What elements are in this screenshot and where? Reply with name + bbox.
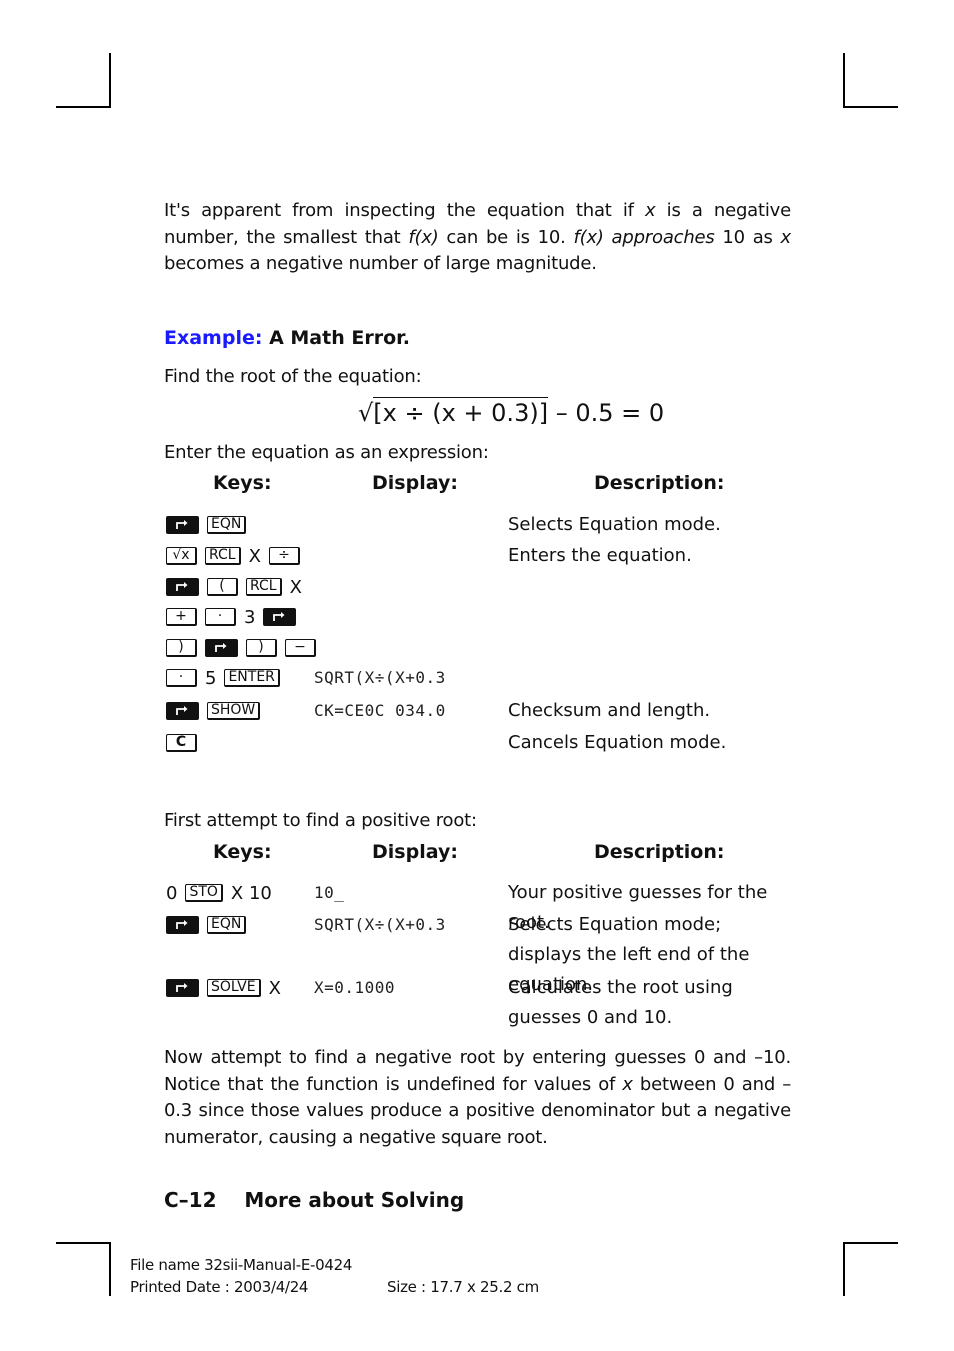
text-run: can be is 10. [438,226,574,248]
right-shift-key-icon [166,516,199,534]
crop-mark-bottom-left-v [109,1242,111,1296]
table-row: + · 3 [166,603,304,631]
table-row: SOLVE X [166,974,289,1002]
page-number: C–12 [164,1188,217,1212]
key-entry-text: X 10 [230,882,272,904]
calculator-key: RCL [205,547,241,565]
text-run: 10 as [714,226,781,248]
first-attempt-text: First attempt to find a positive root: [164,810,477,831]
calculator-key: SHOW [207,702,261,720]
calculator-key: EQN [207,516,247,534]
table2-header-display: Display: [372,841,458,863]
table-row: · 5 ENTER [166,664,288,692]
lcd-display-text: SQRT(X÷(X+0.3 [314,915,446,934]
lcd-display-text: X=0.1000 [314,978,396,997]
key-entry-text: 0 [166,882,178,904]
find-root-text: Find the root of the equation: [164,366,422,387]
example-heading: Example: A Math Error. [164,327,410,349]
enter-expression-text: Enter the equation as an expression: [164,442,489,463]
lcd-display-text: 10_ [314,883,345,902]
calculator-key: RCL [246,578,282,596]
table-row: EQN [166,911,254,939]
key-entry-text: 3 [244,606,256,628]
right-shift-key-icon [205,639,238,657]
printed-date: Printed Date : 2003/4/24 [130,1278,309,1296]
calculator-key: EQN [207,916,247,934]
example-title: A Math Error. [269,327,411,349]
page-size: Size : 17.7 x 25.2 cm [387,1278,539,1296]
right-shift-key-icon [166,578,199,596]
right-shift-key-icon [166,916,199,934]
calculator-key: · [166,669,197,687]
sqrt-symbol: √ [358,399,374,427]
table-row: C [166,729,205,757]
table1-header-keys: Keys: [213,472,272,494]
right-shift-key-icon [263,608,297,626]
key-entry-text: 5 [205,667,217,689]
table1-header-description: Description: [594,472,725,494]
lcd-display-text: CK=CE0C 034.0 [314,701,446,720]
chapter-footer: C–12 More about Solving [164,1188,464,1212]
crop-mark-top-left-v [109,53,111,107]
calculator-key: ) [246,639,277,657]
calculator-key: √x [166,547,197,565]
key-entry-text: X [289,576,302,598]
table-row: EQN [166,511,254,539]
table2-header-keys: Keys: [213,841,272,863]
italic-term: x [645,200,656,221]
italic-term: x [622,1073,633,1095]
crop-mark-top-right-h [843,106,898,108]
calculator-key: ( [207,578,238,596]
row-description: Checksum and length. [508,700,711,721]
equation: √[x ÷ (x + 0.3)] – 0.5 = 0 [358,397,664,427]
table-row: SHOW [166,697,268,725]
chapter-title: More about Solving [244,1188,465,1212]
key-entry-text: X [268,977,281,999]
equation-radicand: [x ÷ (x + 0.3)] [373,397,549,427]
calculator-key: ENTER [224,669,280,687]
outro-paragraph: Now attempt to find a negative root by e… [164,1045,791,1151]
calculator-key: C [166,734,197,752]
calculator-key: STO [185,884,223,902]
table2-header-description: Description: [594,841,725,863]
equation-rest: – 0.5 = 0 [548,399,665,427]
crop-mark-bottom-right-v [843,1242,845,1296]
row-description: Enters the equation. [508,545,692,566]
italic-term: f(x) approaches [573,226,715,248]
text-run: becomes a negative number of large magni… [164,253,597,274]
row-description: Calculates the root using guesses 0 and … [508,977,733,1028]
table-row: )) − [166,634,324,662]
crop-mark-bottom-right-h [843,1242,898,1244]
text-run: It's apparent from inspecting the equati… [164,200,645,221]
calculator-key: + [166,608,197,626]
calculator-key: · [205,608,236,626]
italic-term: x [780,226,792,248]
table1-header-display: Display: [372,472,458,494]
crop-mark-top-left-h [56,106,111,108]
table-row: 0 STO X 10 [166,879,280,907]
row-description: Cancels Equation mode. [508,732,727,753]
file-name: File name 32sii-Manual-E-0424 [130,1256,353,1274]
calculator-key: ) [166,639,197,657]
lcd-display-text: SQRT(X÷(X+0.3 [314,668,446,687]
table-row: ( RCL X [166,573,310,601]
crop-mark-bottom-left-h [56,1242,111,1244]
table-row: √x RCL X ÷ [166,542,308,570]
right-shift-key-icon [166,702,199,720]
italic-term: f(x) [408,226,439,248]
calculator-key: ÷ [268,547,300,565]
right-shift-key-icon [166,979,199,997]
calculator-key: − [285,639,316,657]
key-entry-text: X [248,545,261,567]
row-description: Selects Equation mode. [508,514,721,535]
example-label: Example: [164,327,263,349]
calculator-key: SOLVE [207,979,261,997]
crop-mark-top-right-v [843,53,845,107]
intro-paragraph: It's apparent from inspecting the equati… [164,198,791,278]
